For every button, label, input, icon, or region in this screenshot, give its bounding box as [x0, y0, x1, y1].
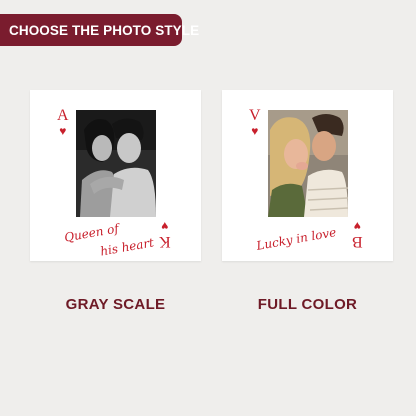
color-couple-photo	[268, 110, 348, 217]
card-rank-bottom: B	[352, 233, 363, 250]
full-color-option-label[interactable]: FULL COLOR	[222, 296, 393, 313]
grayscale-option-card[interactable]: A ♥ Queen of his heart K ♥	[30, 90, 201, 261]
heart-suit-icon: ♥	[251, 124, 259, 138]
banner-title: CHOOSE THE PHOTO STYLE	[9, 22, 200, 38]
caption-line-1: Queen of	[63, 221, 120, 245]
card-rank-top: A	[57, 107, 69, 124]
card-corner-top: A ♥	[57, 107, 69, 138]
card-rank-top: V	[249, 107, 261, 124]
card-corner-bottom: K ♥	[159, 219, 171, 250]
photo-style-banner: CHOOSE THE PHOTO STYLE	[0, 14, 199, 46]
grayscale-couple-photo	[76, 110, 156, 217]
heart-suit-icon: ♥	[161, 219, 169, 233]
grayscale-option-label[interactable]: GRAY SCALE	[30, 296, 201, 313]
card-corner-bottom: B ♥	[352, 219, 363, 250]
heart-suit-icon: ♥	[59, 124, 67, 138]
card-rank-bottom: K	[159, 233, 171, 250]
heart-suit-icon: ♥	[354, 219, 362, 233]
card-corner-top: V ♥	[249, 107, 261, 138]
full-color-option-card[interactable]: V ♥ Lucky in love B ♥	[222, 90, 393, 261]
caption-line-1: Lucky in love	[255, 225, 338, 253]
caption-line-2: his heart	[99, 235, 155, 259]
